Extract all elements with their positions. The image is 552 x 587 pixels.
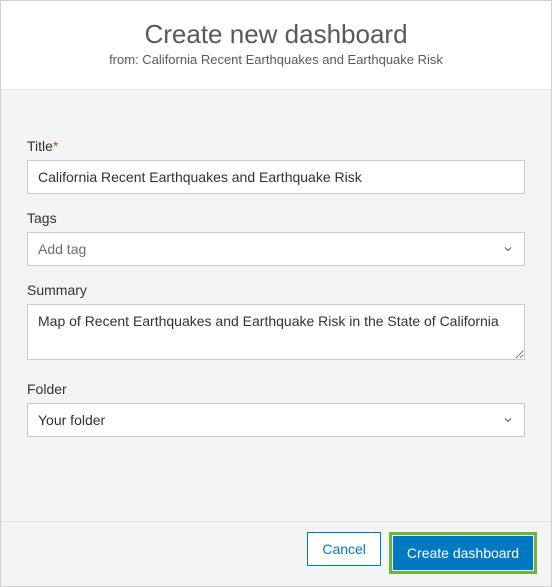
folder-field: Folder Your folder <box>27 381 525 437</box>
create-button-highlight: Create dashboard <box>389 532 537 574</box>
dialog-footer: Cancel Create dashboard <box>1 521 551 586</box>
dialog-body: Title* Tags Add tag Summary Folder Your … <box>1 90 551 521</box>
dialog-header: Create new dashboard from: California Re… <box>1 1 551 90</box>
summary-field: Summary <box>27 282 525 365</box>
tags-placeholder: Add tag <box>38 241 86 257</box>
chevron-down-icon <box>502 414 514 426</box>
create-dashboard-dialog: Create new dashboard from: California Re… <box>0 0 552 587</box>
summary-input[interactable] <box>27 304 525 360</box>
folder-label: Folder <box>27 381 525 397</box>
chevron-down-icon <box>502 243 514 255</box>
summary-label: Summary <box>27 282 525 298</box>
title-label: Title* <box>27 138 525 154</box>
title-label-text: Title <box>27 138 53 154</box>
create-dashboard-button[interactable]: Create dashboard <box>393 536 533 570</box>
dialog-subtitle: from: California Recent Earthquakes and … <box>21 52 531 67</box>
tags-label: Tags <box>27 210 525 226</box>
title-field: Title* <box>27 138 525 194</box>
from-prefix: from: <box>109 52 142 67</box>
required-marker: * <box>53 138 58 154</box>
cancel-button[interactable]: Cancel <box>307 532 381 566</box>
folder-selected-value: Your folder <box>38 412 105 428</box>
folder-select[interactable]: Your folder <box>27 403 525 437</box>
title-input[interactable] <box>27 160 525 194</box>
from-source-name: California Recent Earthquakes and Earthq… <box>142 52 443 67</box>
tags-input[interactable]: Add tag <box>27 232 525 266</box>
tags-field: Tags Add tag <box>27 210 525 266</box>
dialog-title: Create new dashboard <box>21 19 531 50</box>
